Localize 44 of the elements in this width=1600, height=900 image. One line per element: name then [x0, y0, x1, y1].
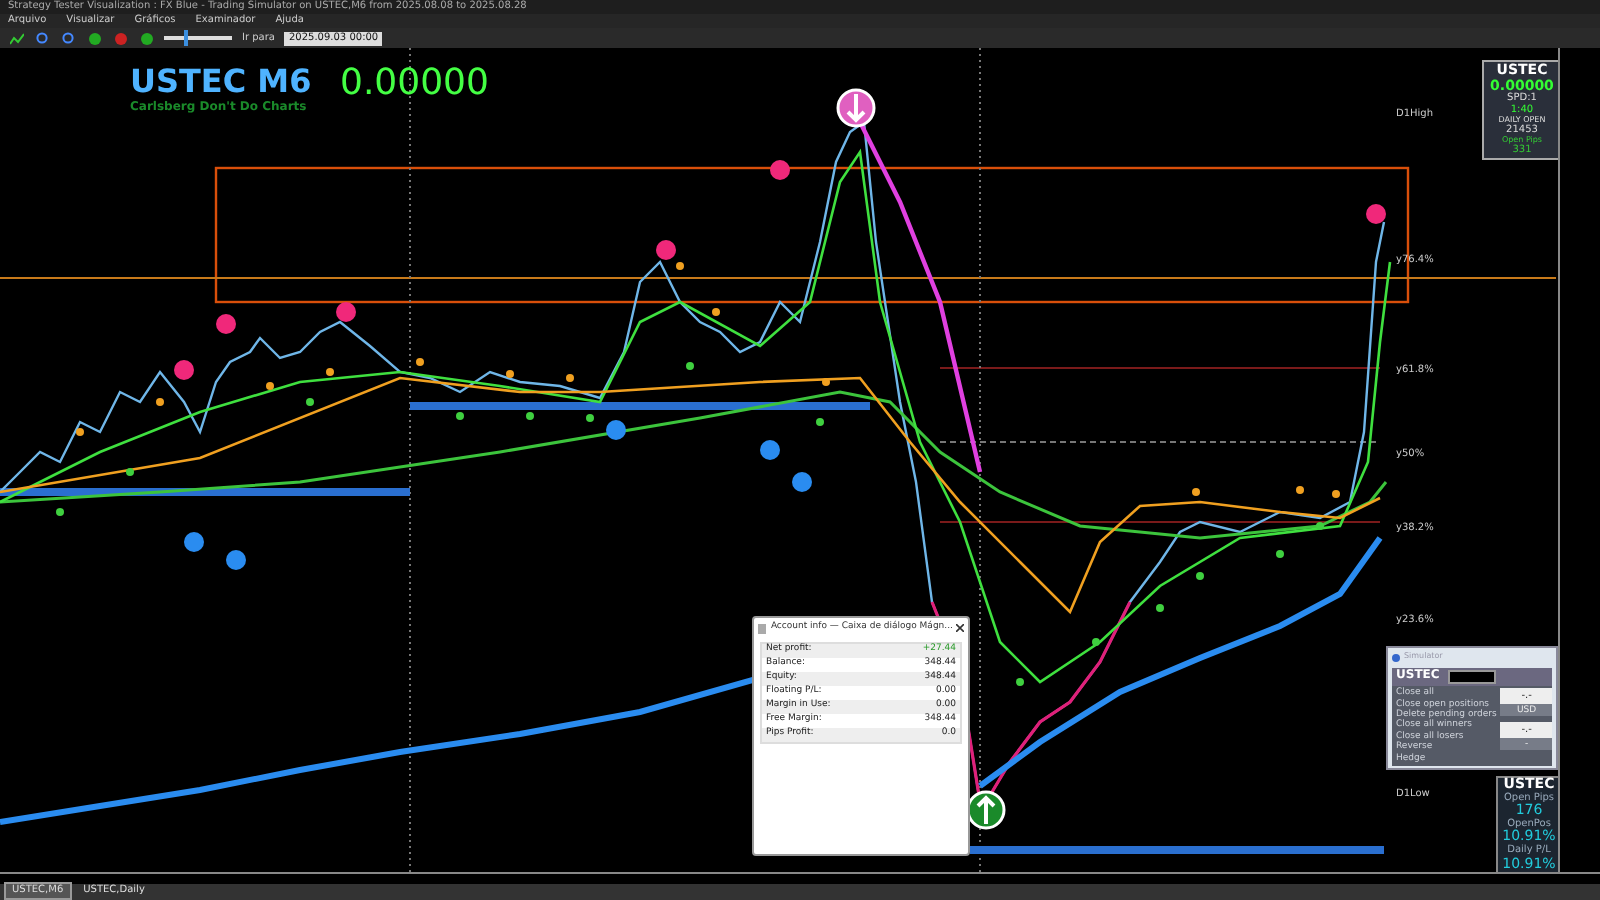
signal-dot: [174, 360, 194, 380]
signal-dot: [822, 378, 830, 386]
signal-dot: [1196, 572, 1204, 580]
signal-dot: [76, 428, 84, 436]
slider-thumb[interactable]: [184, 30, 189, 46]
signal-dot: [226, 550, 246, 570]
signal-dot: [1192, 488, 1200, 496]
signal-dot: [506, 370, 514, 378]
window-icon: [1392, 653, 1400, 662]
chart-icon[interactable]: [8, 30, 24, 46]
symbol-field[interactable]: [1447, 670, 1496, 685]
signal-dot: [686, 362, 694, 370]
signal-dot: [712, 308, 720, 316]
signal-dot: [156, 398, 164, 406]
signal-dot: [1092, 638, 1100, 646]
signal-dot: [566, 374, 574, 382]
price-readout: 0.00000: [340, 62, 489, 104]
signal-dot: [1332, 490, 1340, 498]
signal-dot: [416, 358, 424, 366]
signal-dot: [1276, 550, 1284, 558]
signal-dot: [586, 414, 594, 422]
signal-dot: [1156, 604, 1164, 612]
signal-dot: [606, 420, 626, 440]
signal-dot: [526, 412, 534, 420]
signal-dot: [126, 468, 134, 476]
signal-dot: [306, 398, 314, 406]
signal-dot: [792, 472, 812, 492]
signal-dot: [1366, 204, 1386, 224]
window-icon: [758, 623, 767, 633]
signal-dot: [456, 412, 464, 420]
signal-dot: [216, 314, 236, 334]
symbol-title: USTEC M6: [130, 62, 312, 100]
close-icon[interactable]: [956, 624, 964, 632]
signal-dot: [760, 440, 780, 460]
signal-dot: [770, 160, 790, 180]
signal-dot: [56, 508, 64, 516]
signal-dot: [266, 382, 274, 390]
signal-dot: [1016, 678, 1024, 686]
signal-dot: [326, 368, 334, 376]
signal-dot: [1316, 522, 1324, 530]
signal-dot: [1296, 486, 1304, 494]
signal-dot: [184, 532, 204, 552]
signal-dot: [336, 302, 356, 322]
signal-dot: [816, 418, 824, 426]
